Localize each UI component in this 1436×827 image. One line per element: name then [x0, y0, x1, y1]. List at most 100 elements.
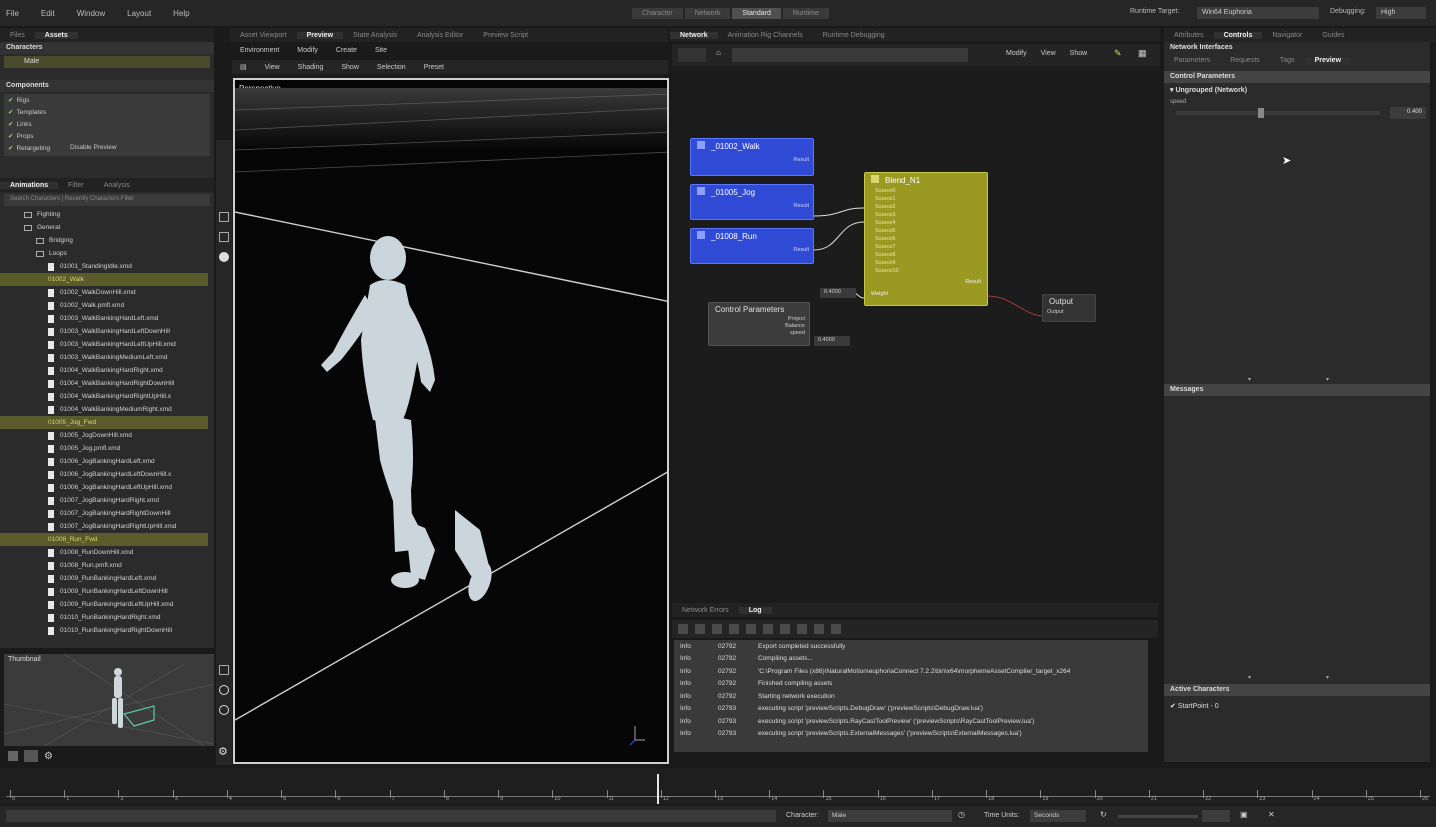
collapse-icon[interactable]: ▾ — [1248, 376, 1251, 383]
log-tool-icon[interactable] — [729, 624, 739, 634]
tab-guides[interactable]: Guides — [1312, 32, 1354, 39]
menu-file[interactable]: File — [6, 9, 19, 18]
tab-controls[interactable]: Controls — [1213, 31, 1263, 39]
tree-item[interactable]: 01002_WalkDownHill.xmd — [0, 286, 208, 299]
timeline-scrollbar[interactable] — [6, 810, 776, 822]
tree-item[interactable]: 01005_Jog_Fwd — [0, 416, 208, 429]
log-tool-icon[interactable] — [831, 624, 841, 634]
save-icon[interactable]: ▣ — [1240, 810, 1248, 819]
menu-layout[interactable]: Layout — [127, 9, 151, 18]
tab-assets[interactable]: Assets — [34, 31, 78, 39]
tree-item[interactable]: 01009_RunBankingHardLeftDownHill — [0, 585, 208, 598]
blend-pin[interactable]: Source0 — [865, 187, 987, 195]
blend-pin[interactable]: Source8 — [865, 251, 987, 259]
tree-item[interactable]: 01007_JogBankingHardRightUpHill.xmd — [0, 520, 208, 533]
collapse-icon-3[interactable]: ▾ — [1248, 674, 1251, 681]
layout-runtime[interactable]: Runtime — [782, 8, 829, 19]
node-output[interactable]: Output Output — [1042, 294, 1096, 322]
node-blend[interactable]: Blend_N1 Source0 Source1 Source2 Source3 Sou… — [864, 172, 988, 306]
tree-item[interactable]: 01004_WalkBankingHardRight.xmd — [0, 364, 208, 377]
tree-item[interactable]: 01004_WalkBankingHardRightDownHill — [0, 377, 208, 390]
blend-pin[interactable]: Source4 — [865, 219, 987, 227]
cp-pin[interactable]: Balance — [709, 323, 805, 330]
tree-item[interactable]: 01003_WalkBankingMediumLeft.xmd — [0, 351, 208, 364]
tree-item[interactable]: 01003_WalkBankingHardLeftDownHill — [0, 325, 208, 338]
tab-network[interactable]: Network — [670, 31, 718, 39]
blend-pin[interactable]: Source2 — [865, 203, 987, 211]
grid-icon[interactable]: ▤ — [240, 63, 247, 71]
light-icon[interactable] — [219, 705, 229, 715]
node-walk[interactable]: _01002_Walk Result — [690, 138, 814, 176]
tab-preview-script[interactable]: Preview Script — [473, 32, 538, 39]
tab-analysis-editor[interactable]: Analysis Editor — [407, 32, 473, 39]
blend-pin[interactable]: Source3 — [865, 211, 987, 219]
tree-item[interactable]: Loops — [0, 247, 208, 260]
animations-search[interactable]: Search Characters | Recently Characters … — [4, 194, 210, 206]
tab-log[interactable]: Log — [738, 606, 772, 614]
tab-preview[interactable]: Preview — [296, 31, 344, 39]
log-tool-icon[interactable] — [797, 624, 807, 634]
component-rigs[interactable]: ✔ Rigs — [8, 96, 206, 108]
collapse-icon-4[interactable]: ▾ — [1326, 674, 1329, 681]
preview-menu-item[interactable]: Site — [375, 47, 387, 54]
ni-tab-preview[interactable]: Preview — [1304, 56, 1352, 64]
tree-item[interactable]: 01009_RunBankingHardLeftUpHill.xmd — [0, 598, 208, 611]
preview-toolbar-item[interactable]: Show — [341, 64, 359, 71]
3d-viewport[interactable]: Perspective — [233, 78, 669, 764]
character-select[interactable]: Male — [828, 810, 952, 822]
tree-item[interactable]: 01005_JogDownHill.xmd — [0, 429, 208, 442]
tree-item[interactable]: 01009_RunBankingHardLeft.xmd — [0, 572, 208, 585]
tab-animation-rig-channels[interactable]: Animation Rig Channels — [718, 32, 813, 39]
close-icon[interactable]: ✕ — [1268, 810, 1275, 819]
layout-network[interactable]: Network — [684, 8, 731, 19]
log-tool-icon[interactable] — [814, 624, 824, 634]
ni-tab-tags[interactable]: Tags — [1270, 57, 1305, 64]
clock-icon[interactable]: ◷ — [958, 810, 965, 819]
tab-navigator[interactable]: Navigator — [1262, 32, 1312, 39]
network-graph[interactable]: _01002_Walk Result _01005_Jog Result _01… — [672, 68, 1160, 600]
log-tool-icon[interactable] — [763, 624, 773, 634]
tab-network-errors[interactable]: Network Errors — [672, 607, 739, 614]
settings-gear-icon[interactable]: ⚙ — [218, 745, 228, 758]
component-templates[interactable]: ✔ Templates — [8, 108, 206, 120]
tree-item[interactable]: 01004_WalkBankingMediumRight.xmd — [0, 403, 208, 416]
preview-toolbar-item[interactable]: View — [265, 64, 280, 71]
tree-item[interactable]: 01008_Run.pmfl.xmd — [0, 559, 208, 572]
tree-item[interactable]: 01008_Run_Fwd — [0, 533, 208, 546]
preview-toolbar-item[interactable]: Shading — [298, 64, 324, 71]
layout-standard[interactable]: Standard — [732, 8, 781, 19]
cp-pin[interactable]: Project — [709, 316, 805, 323]
menu-edit[interactable]: Edit — [41, 9, 55, 18]
preview-menu-item[interactable]: Modify — [297, 47, 318, 54]
ni-tab-requests[interactable]: Requests — [1220, 57, 1270, 64]
tab-state-analysis[interactable]: State Analysis — [343, 32, 407, 39]
network-toolbar-item[interactable]: View — [1041, 50, 1056, 57]
menu-help[interactable]: Help — [173, 9, 189, 18]
node-jog[interactable]: _01005_Jog Result — [690, 184, 814, 220]
frame-icon[interactable] — [219, 665, 229, 675]
disable-preview-button[interactable]: Disable Preview — [70, 144, 117, 151]
tab-runtime-debugging[interactable]: Runtime Debugging — [813, 32, 895, 39]
tab-analysis[interactable]: Analysis — [94, 182, 140, 189]
speed-value-input[interactable]: 0.400 — [1390, 107, 1426, 119]
blend-pin[interactable]: Source9 — [865, 259, 987, 267]
back-button[interactable] — [678, 48, 706, 62]
tree-item[interactable]: 01003_WalkBankingHardLeftUpHill.xmd — [0, 338, 208, 351]
tree-item[interactable]: 01007_JogBankingHardRightDownHill — [0, 507, 208, 520]
rotate-tool-icon[interactable] — [219, 252, 229, 262]
speed-value-field[interactable]: 0.4000 — [814, 336, 850, 346]
tree-item[interactable]: 01002_Walk — [0, 273, 208, 286]
time-units-select[interactable]: Seconds — [1030, 810, 1086, 822]
debugging-select[interactable]: High — [1376, 7, 1426, 19]
speed-slider[interactable] — [1176, 111, 1380, 115]
playhead[interactable] — [657, 774, 659, 804]
select-tool-icon[interactable] — [219, 212, 229, 222]
layout-character[interactable]: Character — [632, 8, 683, 19]
log-tool-icon[interactable] — [678, 624, 688, 634]
component-links[interactable]: ✔ Links — [8, 120, 206, 132]
active-character-row[interactable]: ✔ StartPoint - 0 — [1170, 702, 1219, 710]
blend-pin[interactable]: Source5 — [865, 227, 987, 235]
gear-icon[interactable]: ⚙ — [44, 751, 53, 762]
tree-item[interactable]: 01006_JogBankingHardLeftUpHill.xmd — [0, 481, 208, 494]
cp-pin[interactable]: speed — [709, 330, 805, 337]
